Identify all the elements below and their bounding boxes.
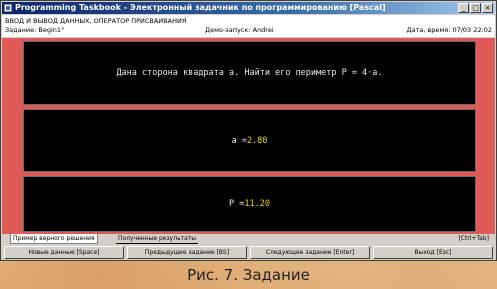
previous-task-button[interactable]: Предыдущее задание [BS] — [127, 246, 247, 259]
exit-button[interactable]: Выход [Esc] — [373, 246, 493, 259]
input-data-panel: a = 2.80 — [23, 109, 476, 172]
button-bar: Новые данные [Space] Предыдущее задание … — [2, 245, 495, 260]
window-title: Programming Taskbook - Электронный задач… — [15, 3, 386, 12]
taskbook-window: Programming Taskbook - Электронный задач… — [0, 0, 497, 261]
window-controls: _ □ × — [458, 3, 493, 13]
title-bar[interactable]: Programming Taskbook - Электронный задач… — [2, 2, 495, 14]
topic-title: ВВОД И ВЫВОД ДАННЫХ, ОПЕРАТОР ПРИСВАИВАН… — [5, 17, 187, 25]
figure-caption: Рис. 7. Задание — [187, 266, 310, 284]
close-icon[interactable]: × — [482, 3, 493, 13]
next-task-button[interactable]: Следующее задание [Enter] — [250, 246, 370, 259]
app-icon[interactable] — [4, 4, 12, 12]
new-data-button[interactable]: Новые данные [Space] — [4, 246, 124, 259]
tab-sample-solution[interactable]: Пример верного решения — [10, 234, 98, 244]
minimize-icon[interactable]: _ — [458, 3, 469, 13]
task-header: ВВОД И ВЫВОД ДАННЫХ, ОПЕРАТОР ПРИСВАИВАН… — [2, 15, 495, 37]
task-content: Дана сторона квадрата a. Найти его перим… — [2, 38, 495, 234]
output-label: P = — [229, 199, 245, 209]
task-name: Задание: Begin1° — [5, 26, 65, 34]
tab-strip: Пример верного решения Полученные резуль… — [2, 234, 495, 244]
datetime-label: Дата, время: 07/03 22:02 — [406, 26, 492, 34]
statement-panel: Дана сторона квадрата a. Найти его перим… — [23, 41, 476, 105]
output-data-panel: P = 11.20 — [23, 176, 476, 232]
input-value: 2.80 — [246, 135, 268, 146]
output-value: 11.20 — [244, 199, 270, 209]
demo-mode-label: Демо-запуск: Andrei — [205, 26, 274, 34]
maximize-icon[interactable]: □ — [470, 3, 481, 13]
tab-switch-hint: [Ctrl+Tab] — [458, 235, 489, 242]
tab-results[interactable]: Полученные результаты — [116, 234, 199, 244]
task-statement: Дана сторона квадрата a. Найти его перим… — [116, 68, 383, 78]
input-label: a = — [231, 135, 247, 146]
